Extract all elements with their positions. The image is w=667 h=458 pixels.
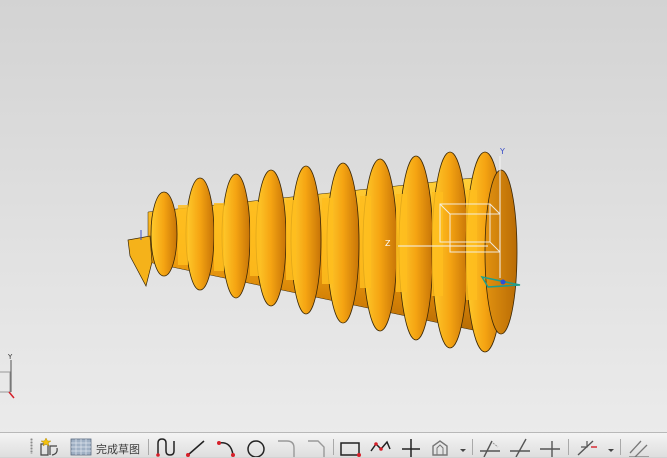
toolbar-separator	[620, 439, 621, 455]
parallel-icon[interactable]	[626, 436, 652, 458]
worm-screw-model[interactable]: Y Z Y	[0, 0, 667, 432]
point-icon[interactable]	[398, 436, 424, 458]
toolbar-separator	[472, 439, 473, 455]
fillet-icon[interactable]	[273, 436, 299, 458]
chamfer-icon[interactable]	[303, 436, 329, 458]
quick-trim-icon[interactable]	[477, 436, 503, 458]
offset-curve-icon[interactable]	[428, 436, 454, 458]
dropdown-icon[interactable]	[458, 436, 468, 458]
sketch-toolbar: 完成草图	[0, 432, 667, 457]
start-tooth	[127, 235, 153, 287]
toolbar-separator	[148, 439, 149, 455]
toolbar-separator	[568, 439, 569, 455]
profile-icon[interactable]	[153, 436, 179, 458]
arc-icon[interactable]	[213, 436, 239, 458]
axis-label-y: Y	[499, 147, 505, 156]
graphics-window[interactable]: Y Z Y	[0, 0, 667, 432]
toolbar-separator	[333, 439, 334, 455]
finish-sketch-label[interactable]: 完成草图	[96, 441, 140, 457]
circle-icon[interactable]	[243, 436, 269, 458]
rectangle-icon[interactable]	[337, 436, 363, 458]
finish-sketch-icon[interactable]	[68, 436, 94, 458]
quick-extend-icon[interactable]	[507, 436, 533, 458]
constraint-icon[interactable]	[574, 436, 600, 458]
sketch-icon[interactable]	[37, 436, 63, 458]
dropdown-icon[interactable]	[606, 436, 616, 458]
triad-y-label: Y	[7, 353, 13, 361]
toolbar-grip[interactable]	[30, 438, 33, 454]
axis-label-z: Z	[385, 239, 391, 248]
polygon-icon[interactable]	[367, 436, 393, 458]
make-corner-icon[interactable]	[537, 436, 563, 458]
thread-roots	[178, 190, 477, 300]
line-icon[interactable]	[183, 436, 209, 458]
view-triad[interactable]: Y	[0, 353, 15, 399]
